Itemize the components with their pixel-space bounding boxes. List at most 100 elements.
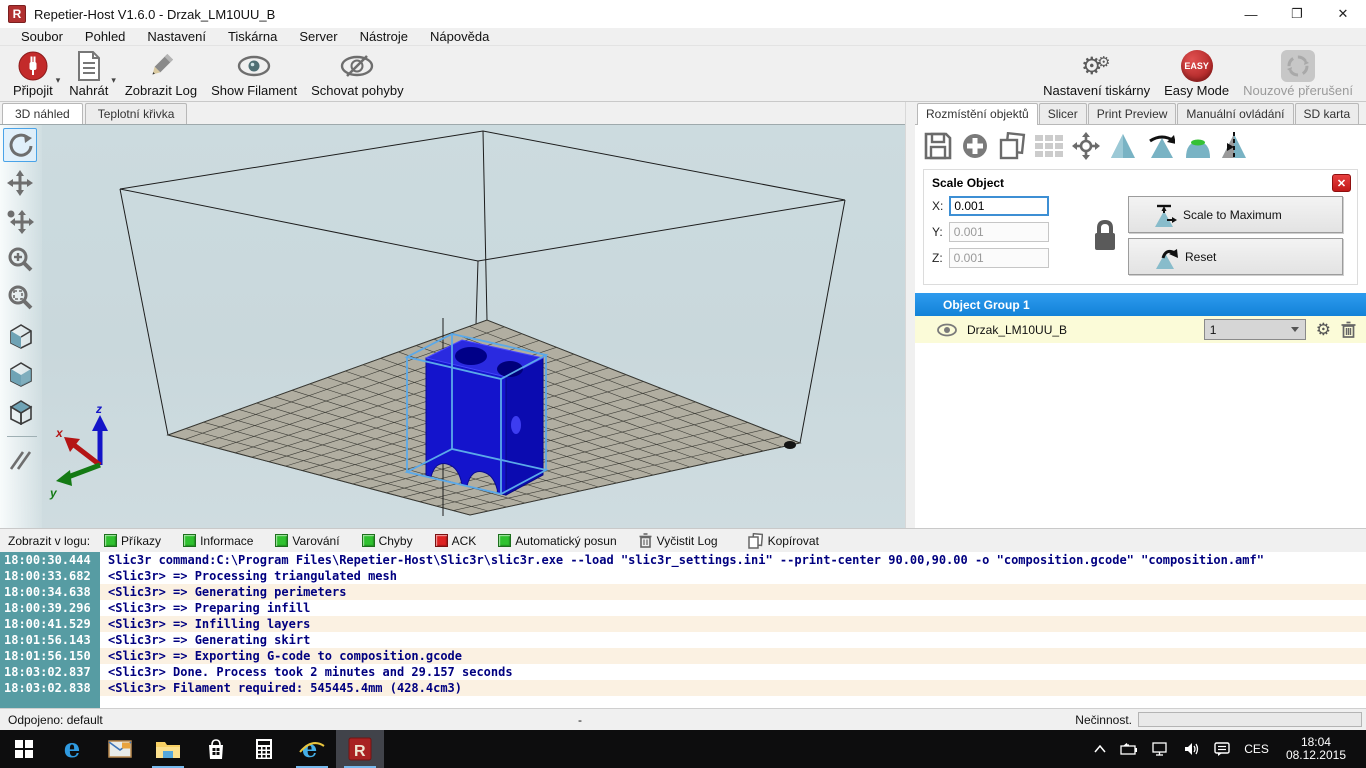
taskbar-clock[interactable]: 18:04 08.12.2015: [1278, 736, 1354, 762]
easy-mode-button[interactable]: EASY Easy Mode: [1157, 48, 1236, 99]
show-log-button[interactable]: Zobrazit Log: [118, 48, 204, 99]
clear-log-button[interactable]: Vyčistit Log: [639, 533, 718, 548]
toggle-square-icon: [104, 534, 117, 547]
menu-nastaveni[interactable]: Nastavení: [136, 28, 217, 45]
svg-text:⚙: ⚙: [1097, 54, 1110, 71]
3d-viewport[interactable]: z x y: [0, 124, 905, 528]
menu-pohled[interactable]: Pohled: [74, 28, 136, 45]
menu-tiskarna[interactable]: Tiskárna: [217, 28, 288, 45]
lay-flat-icon[interactable]: [1182, 131, 1212, 161]
tab-manualni-ovladani[interactable]: Manuální ovládání: [1177, 103, 1293, 124]
tab-print-preview[interactable]: Print Preview: [1088, 103, 1177, 124]
scale-to-maximum-button[interactable]: Scale to Maximum: [1128, 196, 1343, 233]
load-button[interactable]: Nahrát: [62, 48, 115, 99]
emergency-icon: [1281, 50, 1315, 82]
minimize-button[interactable]: —: [1228, 0, 1274, 28]
calculator-icon[interactable]: [240, 730, 288, 768]
edge-browser-icon[interactable]: e: [48, 730, 96, 768]
log-toggle-prikazy[interactable]: Příkazy: [104, 534, 161, 548]
hide-travel-button[interactable]: Schovat pohyby: [304, 48, 411, 99]
close-button[interactable]: ✕: [1320, 0, 1366, 28]
log-toggle-chyby[interactable]: Chyby: [362, 534, 413, 548]
save-icon[interactable]: [923, 131, 953, 161]
scale-object-icon[interactable]: [1108, 131, 1138, 161]
add-object-icon[interactable]: [960, 131, 990, 161]
fit-view-button[interactable]: [3, 280, 37, 314]
copy-object-icon[interactable]: [997, 131, 1027, 161]
rotate-view-button[interactable]: [3, 128, 37, 162]
language-indicator[interactable]: CES: [1239, 730, 1274, 768]
right-panel-tabs: Rozmístění objektůSlicerPrint PreviewMan…: [915, 102, 1366, 124]
file-explorer-icon[interactable]: [144, 730, 192, 768]
cut-object-icon[interactable]: [1219, 131, 1249, 161]
object-settings-gear-icon[interactable]: ⚙: [1316, 320, 1331, 340]
log-message: <Slic3r> => Preparing infill: [100, 600, 310, 616]
menu-napoveda[interactable]: Nápověda: [419, 28, 500, 45]
windows-taskbar: e e R: [0, 730, 1366, 768]
log-toggle-varovani[interactable]: Varování: [275, 534, 339, 548]
tab-temperature-curve[interactable]: Teplotní křivka: [85, 103, 188, 124]
delete-object-trash-icon[interactable]: [1341, 321, 1356, 338]
top-view-button[interactable]: [3, 394, 37, 428]
object-list-row[interactable]: Drzak_LM10UU_B 1 ⚙: [915, 316, 1366, 343]
copy-icon: [748, 533, 763, 549]
log-message: Slic3r command:C:\Program Files\Repetier…: [100, 552, 1264, 568]
log-timestamp: 18:03:02.837: [0, 664, 100, 680]
toggle-square-icon: [362, 534, 375, 547]
internet-explorer-icon[interactable]: e: [288, 730, 336, 768]
log-toggle-informace[interactable]: Informace: [183, 534, 253, 548]
repetier-host-taskbar-icon[interactable]: R: [336, 730, 384, 768]
tab-3d-preview[interactable]: 3D náhled: [2, 103, 83, 125]
connect-button[interactable]: Připojit: [6, 48, 60, 99]
3d-scene: z x y: [0, 125, 905, 528]
parallel-projection-button[interactable]: [3, 443, 37, 477]
copies-dropdown[interactable]: 1: [1204, 319, 1306, 340]
log-timestamp: 18:00:41.529: [0, 616, 100, 632]
speaker-icon[interactable]: [1179, 730, 1205, 768]
copy-log-button[interactable]: Kopírovat: [748, 533, 819, 549]
log-row: 18:03:02.837<Slic3r> Done. Process took …: [0, 664, 1366, 680]
pan-view-button[interactable]: [3, 166, 37, 200]
lock-aspect-icon[interactable]: [1091, 219, 1119, 253]
close-scale-panel-button[interactable]: ✕: [1332, 174, 1351, 192]
connect-dropdown-caret[interactable]: ▾: [56, 75, 61, 86]
scale-object-title: Scale Object: [932, 176, 1349, 190]
plug-icon: [17, 50, 49, 82]
log-toggle-automaticky-posun[interactable]: Automatický posun: [498, 534, 616, 548]
load-dropdown-caret[interactable]: ▾: [111, 75, 116, 86]
battery-icon[interactable]: [1115, 730, 1143, 768]
zoom-button[interactable]: [3, 242, 37, 276]
tab-rozmisteni-objektu[interactable]: Rozmístění objektů: [917, 103, 1038, 125]
tab-slicer[interactable]: Slicer: [1039, 103, 1087, 124]
rotate-object-icon[interactable]: [1145, 131, 1175, 161]
mail-app-icon[interactable]: [96, 730, 144, 768]
network-icon[interactable]: [1147, 730, 1175, 768]
tray-chevron-icon[interactable]: [1089, 730, 1111, 768]
log-toggle-ack[interactable]: ACK: [435, 534, 477, 548]
object-name: Drzak_LM10UU_B: [967, 323, 1067, 337]
windows-store-icon[interactable]: [192, 730, 240, 768]
show-filament-button[interactable]: Show Filament: [204, 48, 304, 99]
isometric-view-button[interactable]: [3, 318, 37, 352]
start-button[interactable]: [0, 730, 48, 768]
log-output[interactable]: 18:00:30.444Slic3r command:C:\Program Fi…: [0, 552, 1366, 708]
pane-splitter[interactable]: [905, 102, 915, 528]
scale-x-input[interactable]: [949, 196, 1049, 216]
eye-slash-icon: [339, 50, 375, 82]
menu-server[interactable]: Server: [288, 28, 348, 45]
center-object-icon[interactable]: [1071, 131, 1101, 161]
easy-mode-icon: EASY: [1181, 50, 1213, 82]
visibility-eye-icon[interactable]: [937, 323, 957, 337]
front-view-button[interactable]: [3, 356, 37, 390]
restore-button[interactable]: ❐: [1274, 0, 1320, 28]
menu-nastroje[interactable]: Nástroje: [349, 28, 419, 45]
reset-scale-button[interactable]: Reset: [1128, 238, 1343, 275]
notification-icon[interactable]: [1209, 730, 1235, 768]
move-object-button[interactable]: [3, 204, 37, 238]
tab-sd-karta[interactable]: SD karta: [1295, 103, 1360, 124]
object-group-header[interactable]: Object Group 1: [915, 293, 1366, 316]
printer-settings-button[interactable]: ⚙⚙ Nastavení tiskárny: [1036, 48, 1157, 99]
menu-soubor[interactable]: Soubor: [10, 28, 74, 45]
log-timestamp: 18:00:33.682: [0, 568, 100, 584]
axis-indicator-icon: z x y: [49, 402, 108, 500]
